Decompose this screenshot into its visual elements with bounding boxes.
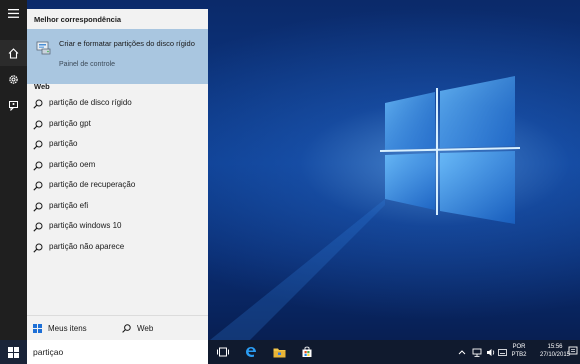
web-result-item[interactable]: partição efi — [27, 197, 208, 217]
network-icon — [472, 348, 482, 357]
web-result-item[interactable]: partição gpt — [27, 115, 208, 135]
volume-button[interactable] — [486, 340, 496, 364]
web-result-item[interactable]: partição — [27, 135, 208, 155]
best-match-item[interactable]: Criar e formatar partições do disco rígi… — [27, 29, 208, 84]
web-result-label: partição efi — [49, 200, 89, 210]
search-icon — [33, 140, 43, 150]
input-language[interactable]: POR PTB2 — [508, 343, 530, 359]
windows-start-icon — [8, 346, 19, 358]
search-results-panel: Melhor correspondência Criar e formatar … — [27, 9, 208, 341]
search-input[interactable] — [33, 345, 193, 359]
store-icon — [302, 346, 312, 357]
web-result-label: partição oem — [49, 159, 96, 169]
search-icon — [33, 161, 43, 171]
notification-icon[interactable] — [568, 344, 578, 360]
web-result-label: partição gpt — [49, 118, 91, 128]
web-result-item[interactable]: partição oem — [27, 156, 208, 176]
web-result-label: partição windows 10 — [49, 221, 122, 230]
gear-icon — [9, 74, 18, 84]
best-match-header: Melhor correspondência — [34, 15, 122, 24]
task-view-button[interactable] — [210, 340, 236, 364]
file-explorer-button[interactable] — [266, 340, 292, 364]
edge-icon — [246, 347, 256, 357]
hamburger-button[interactable] — [0, 0, 27, 26]
start-button[interactable] — [0, 340, 27, 364]
web-result-item[interactable]: partição de recuperação — [27, 176, 208, 196]
web-result-item[interactable]: partição de disco rígido — [27, 94, 208, 114]
keyboard-button[interactable] — [498, 340, 507, 364]
edge-button[interactable] — [238, 340, 264, 364]
web-scope-label: Web — [137, 324, 154, 333]
my-items-label: Meus itens — [48, 324, 87, 333]
best-match-title: Criar e formatar partições do disco rígi… — [59, 39, 195, 48]
hamburger-icon — [8, 8, 19, 18]
windows-icon — [33, 324, 42, 333]
search-box[interactable] — [27, 340, 208, 364]
web-result-item[interactable]: partição windows 10 — [27, 217, 208, 237]
web-scope-button[interactable]: Web — [122, 316, 153, 341]
search-icon — [33, 222, 43, 232]
web-result-label: partição de disco rígido — [49, 98, 132, 107]
home-button[interactable] — [0, 40, 27, 66]
search-icon — [33, 99, 43, 109]
search-icon — [33, 120, 43, 130]
best-match-subtitle: Painel de controle — [59, 61, 116, 68]
web-header: Web — [34, 82, 50, 91]
settings-button[interactable] — [0, 66, 27, 92]
store-button[interactable] — [294, 340, 320, 364]
network-button[interactable] — [472, 340, 482, 364]
home-icon — [8, 47, 19, 59]
feedback-button[interactable] — [0, 92, 27, 118]
language-code: POR — [512, 344, 526, 350]
volume-icon — [487, 348, 495, 356]
search-icon — [122, 324, 131, 333]
search-icon — [33, 243, 43, 253]
feedback-icon — [9, 100, 18, 111]
web-result-label: partição não aparece — [49, 241, 125, 251]
tray-expand-button[interactable] — [458, 340, 466, 364]
my-items-button[interactable]: Meus itens — [33, 316, 87, 341]
search-scope-bar: Meus itens Web — [27, 315, 208, 341]
folder-icon — [273, 348, 285, 357]
keyboard-layout: PTB2 — [511, 352, 527, 358]
chevron-up-icon — [458, 350, 466, 355]
web-result-label: partição — [49, 139, 78, 148]
web-result-item[interactable]: partição não aparece — [27, 238, 208, 258]
search-icon — [33, 202, 43, 212]
task-view-icon — [217, 347, 229, 357]
disk-management-icon — [36, 41, 51, 55]
search-icon — [33, 181, 43, 191]
web-result-label: partição de recuperação — [49, 180, 136, 189]
keyboard-icon — [498, 348, 507, 356]
